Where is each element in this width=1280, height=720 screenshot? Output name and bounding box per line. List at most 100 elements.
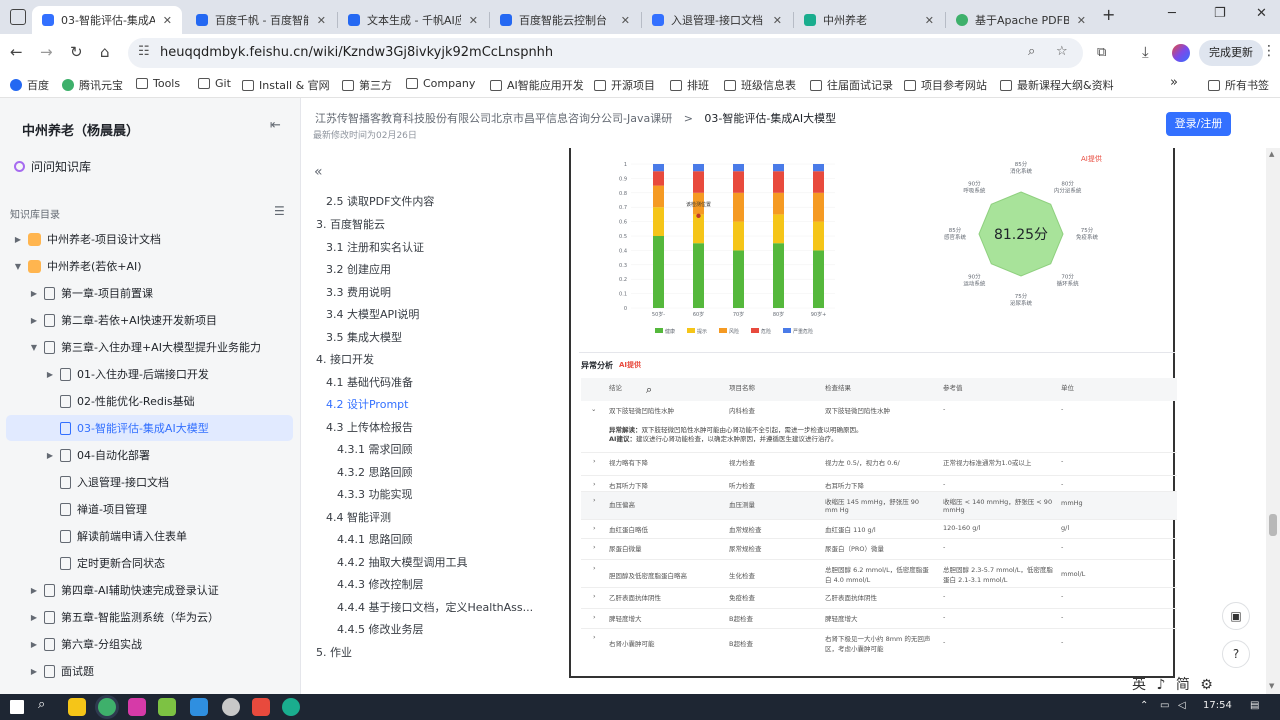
network-icon[interactable]: ▭ [1160, 700, 1169, 711]
expand-arrow-icon[interactable]: ▶ [28, 613, 40, 622]
table-row[interactable]: › 视力略有下降 视力检查 视力左 0.5/，视力右 0.6/ 正常视力标准通常… [581, 452, 1177, 475]
tab[interactable]: 中州养老 ✕ [794, 6, 944, 34]
ask-knowledge-base-button[interactable]: 问问知识库 [14, 158, 91, 175]
expand-row-icon[interactable]: › [593, 613, 596, 621]
outline-item[interactable]: 4. 接口开发 [316, 351, 374, 367]
tree-item[interactable]: ▶ 第二章-若依+AI快速开发新项目 [6, 307, 293, 333]
edge-icon[interactable] [282, 698, 300, 716]
outline-item[interactable]: 4.3.1 需求回顾 [337, 441, 413, 457]
profile-avatar[interactable] [1172, 44, 1190, 62]
tab[interactable]: 百度千帆 - 百度智能 ✕ [186, 6, 336, 34]
outline-item[interactable]: 4.3.2 思路回顾 [337, 464, 413, 480]
table-row[interactable]: › 乙肝表面抗体阴性 免疫检查 乙肝表面抗体阴性 - - [581, 587, 1177, 610]
table-row[interactable]: › 胆固醇及低密度脂蛋白略高 生化检查 总胆固醇 6.2 mmol/L，低密度脂… [581, 559, 1177, 587]
url-text[interactable]: heuqqdmbyk.feishu.cn/wiki/Kzndw3Gj8ivkyj… [160, 45, 553, 60]
table-row-expanded[interactable]: ⌄ 双下肢轻微凹陷性水肿 内科检查 双下肢轻微凹陷性水肿 - - [581, 401, 1177, 424]
bookmark-item[interactable]: 腾讯元宝 [62, 77, 123, 93]
tab[interactable]: 入退管理-接口文档 ✕ [642, 6, 792, 34]
tree-item[interactable]: 02-性能优化-Redis基础 [6, 388, 293, 414]
bookmark-folder[interactable]: 排班 [670, 77, 709, 93]
bookmark-folder[interactable]: AI智能应用开发 [490, 77, 584, 93]
expand-arrow-icon[interactable]: ▶ [44, 370, 56, 379]
outline-item[interactable]: 4.4.2 抽取大模型调用工具 [337, 554, 468, 570]
bookmark-folder[interactable]: 最新课程大纲&资料 [1000, 77, 1114, 93]
outline-item[interactable]: 4.4.3 修改控制层 [337, 576, 424, 592]
collapse-sidebar-icon[interactable]: ⇤ [270, 118, 281, 133]
close-tab-icon[interactable]: ✕ [461, 14, 478, 27]
tree-item[interactable]: ▶ 面试题 [6, 658, 293, 684]
forward-icon[interactable]: → [40, 43, 53, 61]
breadcrumb-current[interactable]: 03-智能评估-集成AI大模型 [704, 112, 836, 125]
tab-active[interactable]: 03-智能评估-集成AI ✕ [32, 6, 182, 34]
tree-item[interactable]: ▶ 第四章-AI辅助快速完成登录认证 [6, 577, 293, 603]
close-tab-icon[interactable]: ✕ [765, 14, 782, 27]
outline-item[interactable]: 4.3 上传体检报告 [326, 419, 413, 435]
update-button[interactable]: 完成更新 [1199, 40, 1263, 66]
vscode-icon[interactable] [190, 698, 208, 716]
bookmark-folder[interactable]: 往届面试记录 [810, 77, 893, 93]
extensions-icon[interactable]: ⧉ [1097, 45, 1106, 60]
expand-arrow-icon[interactable]: ▶ [28, 316, 40, 325]
outline-item[interactable]: 3.2 创建应用 [326, 261, 391, 277]
tray-expand-icon[interactable]: ⌃ [1140, 700, 1148, 711]
tree-item[interactable]: ▶ 第一章-项目前置课 [6, 280, 293, 306]
tab-search-button[interactable] [10, 9, 26, 25]
notepad-icon[interactable] [158, 698, 176, 716]
expand-arrow-icon[interactable]: ▶ [28, 667, 40, 676]
download-icon[interactable]: ⤓ [1142, 43, 1149, 61]
app-icon[interactable] [222, 698, 240, 716]
outline-item[interactable]: 3.5 集成大模型 [326, 329, 402, 345]
table-row[interactable]: › 尿蛋白微量 尿常规检查 尿蛋白（PRO）微量 - - [581, 538, 1177, 561]
comment-float-button[interactable]: ▣ [1222, 602, 1250, 630]
expand-row-icon[interactable]: › [593, 543, 596, 551]
back-icon[interactable]: ← [10, 43, 23, 61]
login-button[interactable]: 登录/注册 [1166, 112, 1231, 136]
expand-row-icon[interactable]: › [593, 457, 596, 465]
help-float-button[interactable]: ? [1222, 640, 1250, 668]
close-tab-icon[interactable]: ✕ [309, 14, 326, 27]
close-tab-icon[interactable]: ✕ [1069, 14, 1086, 27]
volume-icon[interactable]: ◁ [1178, 700, 1186, 711]
outline-item[interactable]: 4.4.5 修改业务层 [337, 621, 424, 637]
expand-row-icon[interactable]: ⌄ [591, 405, 596, 413]
bookmark-folder[interactable]: Install & 官网 [242, 77, 330, 93]
expand-arrow-icon[interactable]: ▶ [44, 451, 56, 460]
tree-item[interactable]: ▼ 第三章-入住办理+AI大模型提升业务能力 [6, 334, 293, 360]
scroll-down-arrow-icon[interactable]: ▼ [1269, 682, 1274, 690]
bookmark-folder[interactable]: Tools [136, 77, 180, 90]
site-info-icon[interactable]: ☷ [138, 44, 150, 59]
outline-item[interactable]: 4.3.3 功能实现 [337, 486, 413, 502]
breadcrumb-parent[interactable]: 江苏传智播客教育科技股份有限公司北京市昌平信息咨询分公司-Java课研 [315, 112, 672, 125]
tree-item[interactable]: ▼ 中州养老(若依+AI) [6, 253, 293, 279]
reload-icon[interactable]: ↻ [70, 43, 83, 61]
expand-row-icon[interactable]: › [593, 524, 596, 532]
menu-icon[interactable]: ⋮ [1262, 43, 1276, 59]
search-icon[interactable]: ⌕ [38, 697, 56, 715]
expand-arrow-icon[interactable]: ▶ [28, 586, 40, 595]
clock[interactable]: 17:54 [1203, 700, 1232, 711]
close-tab-icon[interactable]: ✕ [155, 14, 172, 27]
tab[interactable]: 基于Apache PDFBo ✕ [946, 6, 1096, 34]
tree-item[interactable]: 解读前端申请入住表单 [6, 523, 293, 549]
tab[interactable]: 文本生成 - 千帆AI应 ✕ [338, 6, 488, 34]
tree-item[interactable]: ▶ 第五章-智能监测系统（华为云） [6, 604, 293, 630]
tree-item[interactable]: ▶ 中州养老-项目设计文档 [6, 226, 293, 252]
tree-item-selected[interactable]: 03-智能评估-集成AI大模型 [6, 415, 293, 441]
notification-icon[interactable]: ▤ [1250, 700, 1259, 711]
bookmark-item[interactable]: 百度 [10, 77, 49, 93]
outline-item[interactable]: 4.4.4 基于接口文档，定义HealthAss... [337, 599, 533, 615]
page-scrollbar[interactable]: ▲ ▼ [1266, 148, 1280, 694]
expand-row-icon[interactable]: › [593, 496, 596, 504]
address-bar[interactable]: ☷ heuqqdmbyk.feishu.cn/wiki/Kzndw3Gj8ivk… [128, 38, 1083, 68]
expand-row-icon[interactable]: › [593, 633, 596, 641]
bookmark-folder[interactable]: 班级信息表 [724, 77, 796, 93]
app-icon[interactable] [252, 698, 270, 716]
outline-item[interactable]: 4.1 基础代码准备 [326, 374, 413, 390]
chrome-icon[interactable] [98, 698, 116, 716]
windows-start-icon[interactable] [10, 700, 24, 714]
bookmark-folder[interactable]: 开源项目 [594, 77, 655, 93]
table-row[interactable]: › 血压偏高 血压测量 收缩压 145 mmHg，舒张压 90 mm Hg 收缩… [581, 491, 1177, 519]
close-window-icon[interactable]: ✕ [1256, 6, 1267, 21]
expand-row-icon[interactable]: › [593, 592, 596, 600]
outline-item[interactable]: 2.5 读取PDF文件内容 [326, 193, 434, 209]
